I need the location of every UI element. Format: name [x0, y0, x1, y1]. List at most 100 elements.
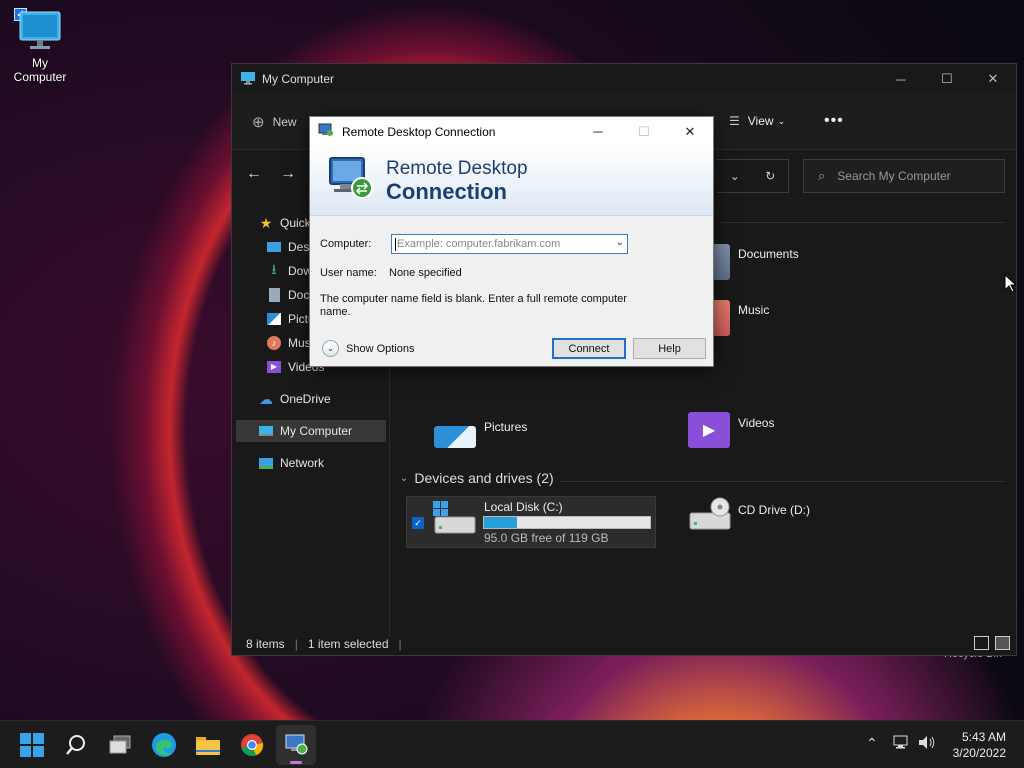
search-input[interactable]: ⌕ Search My Computer	[803, 159, 1005, 193]
rdp-banner: Remote Desktop Connection	[310, 146, 713, 216]
drive-c-free-space: 95.0 GB free of 119 GB	[484, 531, 609, 545]
plus-circle-icon: ⊕	[252, 113, 265, 131]
forward-arrow-icon[interactable]: →	[280, 165, 296, 183]
folder-label: Videos	[738, 416, 775, 430]
view-button[interactable]: ☰ View ⌄	[729, 114, 785, 128]
clock-date: 3/20/2022	[952, 746, 1006, 760]
status-selected-count: 1 item selected	[307, 637, 389, 651]
folder-label: Pictures	[484, 420, 528, 434]
username-value: None specified	[389, 267, 462, 279]
volume-icon[interactable]	[918, 735, 936, 753]
maximize-button: ☐	[638, 123, 650, 139]
task-view-icon	[109, 735, 131, 754]
rdp-message: The computer name field is blank. Enter …	[320, 293, 627, 318]
rdp-banner-title-line1: Remote Desktop	[386, 158, 528, 179]
show-options-button[interactable]: ⌄ Show Options	[322, 340, 414, 357]
network-icon	[258, 455, 274, 471]
folder-label: Music	[738, 303, 770, 317]
sidebar-item-label: Network	[280, 456, 325, 470]
explorer-title: My Computer	[262, 72, 335, 86]
divider	[560, 481, 1006, 482]
sidebar-item-my-computer[interactable]: My Computer	[236, 420, 386, 442]
sidebar-item-label: OneDrive	[280, 392, 331, 406]
connect-button[interactable]: Connect	[552, 338, 626, 359]
checkbox-icon[interactable]: ✓	[412, 517, 424, 529]
chrome-browser-button[interactable]	[232, 725, 272, 765]
drive-d-name: CD Drive (D:)	[738, 502, 810, 517]
document-icon	[266, 287, 282, 303]
download-arrow-icon: ⭳	[271, 261, 277, 277]
chrome-icon	[241, 734, 264, 757]
new-button[interactable]: ⊕ New	[252, 113, 297, 131]
maximize-button[interactable]: ☐	[924, 64, 970, 94]
view-list-icon: ☰	[729, 114, 740, 128]
address-bar-controls: ⌄ ↻	[717, 159, 789, 193]
close-button[interactable]: ✕	[970, 64, 1016, 94]
show-hidden-icons-chevron-icon[interactable]: ⌃	[866, 735, 878, 752]
status-item-count: 8 items	[246, 637, 285, 651]
folder-label: Documents	[738, 247, 799, 261]
computer-label: Computer:	[320, 238, 372, 250]
new-button-label: New	[272, 114, 297, 129]
text-cursor	[395, 237, 396, 251]
divider	[720, 222, 1006, 223]
chevron-down-icon: ⌄	[322, 340, 339, 357]
drive-local-disk-c[interactable]: ✓ Local Disk (C:) 95.0 GB free of 119 GB	[406, 496, 656, 548]
remote-desktop-taskbar-button[interactable]	[276, 725, 316, 765]
monitor-icon	[258, 423, 274, 439]
folder-videos[interactable]: ▶ Videos	[688, 412, 774, 448]
desktop-icon-label: My Computer	[13, 56, 67, 84]
folder-icon	[196, 737, 220, 755]
monitor-icon	[18, 8, 62, 52]
desktop-icon	[266, 239, 282, 255]
mouse-pointer-icon	[1004, 273, 1018, 296]
chevron-down-icon[interactable]: ⌄	[616, 237, 624, 248]
details-view-icon[interactable]	[974, 636, 989, 650]
rdp-titlebar[interactable]: Remote Desktop Connection ─ ☐ ✕	[310, 117, 713, 146]
desktop-icon-my-computer[interactable]: ✓ My Computer	[4, 6, 76, 84]
close-button[interactable]: ✕	[667, 117, 713, 146]
tiles-view-icon[interactable]	[995, 636, 1010, 650]
devices-section-header[interactable]: ⌄ Devices and drives (2)	[400, 470, 554, 486]
drive-c-name: Local Disk (C:)	[484, 500, 563, 514]
clock[interactable]: 5:43 AM 3/20/2022	[953, 729, 1006, 761]
sidebar-item-network[interactable]: Network	[258, 452, 324, 474]
chevron-down-icon: ⌄	[777, 115, 786, 126]
more-options-button[interactable]: •••	[824, 112, 844, 130]
remote-desktop-icon	[285, 734, 308, 755]
help-button[interactable]: Help	[633, 338, 706, 359]
start-button[interactable]	[12, 725, 52, 765]
file-explorer-button[interactable]	[188, 725, 228, 765]
refresh-icon[interactable]: ↻	[765, 169, 775, 183]
active-indicator	[290, 761, 302, 764]
remote-desktop-dialog: Remote Desktop Connection ─ ☐ ✕ Remote D…	[309, 116, 714, 367]
computer-placeholder: Example: computer.fabrikam.com	[397, 238, 561, 250]
hard-drive-icon	[433, 501, 477, 538]
task-view-button[interactable]	[100, 725, 140, 765]
chevron-down-icon[interactable]: ⌄	[730, 169, 740, 183]
videos-folder-icon: ▶	[688, 412, 730, 448]
network-icon[interactable]	[893, 735, 910, 753]
minimize-button[interactable]: ─	[878, 64, 924, 94]
video-icon: ▶	[266, 359, 282, 375]
explorer-titlebar[interactable]: My Computer ─ ☐ ✕	[232, 64, 1016, 94]
monitor-icon	[240, 71, 256, 88]
pictures-icon	[266, 311, 282, 327]
minimize-button[interactable]: ─	[575, 117, 621, 146]
edge-browser-button[interactable]	[144, 725, 184, 765]
remote-desktop-logo-icon	[324, 154, 374, 202]
star-icon: ★	[259, 214, 273, 231]
drive-cd-d[interactable]: CD Drive (D:)	[688, 497, 810, 534]
search-placeholder: Search My Computer	[837, 169, 951, 183]
rdp-title: Remote Desktop Connection	[342, 124, 496, 139]
search-button[interactable]	[56, 725, 96, 765]
sidebar-item-label: My Computer	[280, 424, 353, 438]
sidebar-item-onedrive[interactable]: ☁ OneDrive	[258, 388, 331, 410]
computer-combobox[interactable]: Example: computer.fabrikam.com ⌄	[391, 234, 628, 254]
windows-logo-icon	[20, 733, 44, 757]
folder-pictures[interactable]: Pictures	[434, 412, 527, 448]
pictures-folder-icon	[434, 426, 476, 448]
back-arrow-icon[interactable]: ←	[246, 165, 262, 183]
status-bar: 8 items | 1 item selected |	[232, 633, 1016, 655]
separator: |	[294, 637, 298, 651]
